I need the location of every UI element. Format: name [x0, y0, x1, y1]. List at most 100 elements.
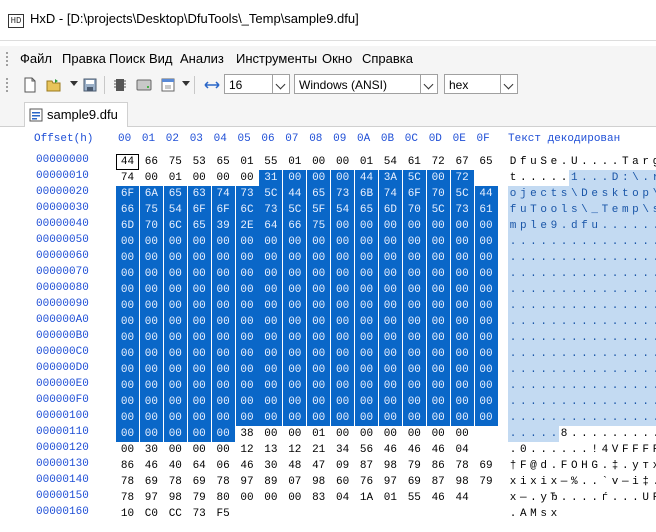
hex-byte-cell[interactable]: 00 — [450, 282, 474, 298]
decoded-text-char[interactable]: . — [548, 378, 559, 394]
decoded-text-char[interactable]: . — [630, 314, 641, 330]
decoded-text-char[interactable]: . — [640, 298, 651, 314]
decoded-text-char[interactable]: . — [600, 426, 610, 442]
hex-byte-cell[interactable]: 86 — [427, 458, 450, 474]
hex-byte-cell[interactable]: 13 — [259, 442, 282, 458]
decoded-text-char[interactable]: . — [569, 362, 580, 378]
hex-byte-cell[interactable]: 00 — [426, 170, 450, 186]
decoded-text-char[interactable]: . — [559, 442, 569, 458]
decoded-text-char[interactable]: . — [610, 426, 620, 442]
decoded-text-char[interactable]: . — [589, 298, 600, 314]
hex-byte-cell[interactable]: 65 — [475, 154, 498, 170]
decoded-text-char[interactable]: ‡ — [610, 458, 620, 474]
decoded-text-char[interactable]: . — [599, 378, 610, 394]
hex-byte-cell[interactable]: 00 — [426, 362, 450, 378]
hex-byte-cell[interactable]: 00 — [211, 330, 235, 346]
decoded-text-char[interactable]: s — [599, 186, 610, 202]
decoded-text-char[interactable]: F — [641, 442, 651, 458]
decoded-text-char[interactable]: . — [589, 330, 600, 346]
hex-byte-cell[interactable]: 5C — [402, 170, 426, 186]
hex-byte-cell[interactable]: 00 — [474, 218, 498, 234]
hex-byte-cell[interactable]: 00 — [283, 314, 307, 330]
hex-byte-cell[interactable]: 65 — [355, 202, 378, 218]
decoded-text-char[interactable]: x — [508, 474, 518, 490]
hex-byte-cell[interactable]: 00 — [378, 234, 402, 250]
hex-byte-cell[interactable]: 83 — [307, 490, 330, 506]
hex-byte-cell[interactable]: 00 — [163, 282, 187, 298]
decoded-text-char[interactable]: . — [548, 250, 559, 266]
decoded-text-char[interactable]: . — [559, 298, 570, 314]
hex-byte-cell[interactable]: 00 — [163, 330, 187, 346]
hex-byte-cell[interactable]: 76 — [355, 474, 378, 490]
hex-byte-cell[interactable]: 73 — [331, 186, 355, 202]
decoded-text-char[interactable]: S — [539, 154, 549, 170]
decoded-text-char[interactable]: . — [610, 250, 621, 266]
decoded-text-char[interactable]: . — [559, 170, 569, 186]
decoded-text-char[interactable]: . — [651, 426, 656, 442]
hex-byte-cell[interactable]: 00 — [259, 234, 283, 250]
hex-byte-cell[interactable]: 00 — [474, 410, 498, 426]
hex-byte-cell[interactable]: 00 — [331, 298, 355, 314]
decoded-text-char[interactable]: . — [569, 330, 580, 346]
decoded-text-char[interactable]: . — [589, 170, 600, 186]
hex-byte-cell[interactable]: 00 — [450, 234, 474, 250]
hex-byte-cell[interactable]: 00 — [450, 362, 474, 378]
decoded-text-char[interactable]: . — [610, 218, 621, 234]
hex-byte-cell[interactable]: 00 — [163, 298, 187, 314]
hex-byte-cell[interactable]: 78 — [212, 474, 235, 490]
hex-byte-cell[interactable]: 00 — [259, 314, 283, 330]
hex-byte-cell[interactable]: 00 — [283, 266, 307, 282]
decoded-text-char[interactable]: . — [518, 426, 529, 442]
decoded-text-char[interactable]: ѓ — [600, 490, 610, 506]
hex-byte-cell[interactable]: 00 — [211, 250, 235, 266]
hex-byte-cell[interactable]: 78 — [116, 474, 139, 490]
decoded-text-char[interactable]: . — [630, 298, 641, 314]
decoded-text-char[interactable]: . — [630, 218, 641, 234]
hex-byte-cell[interactable]: 00 — [307, 410, 331, 426]
decoded-text-char[interactable]: . — [650, 282, 656, 298]
decoded-text-char[interactable]: . — [559, 394, 570, 410]
decoded-text-char[interactable]: . — [610, 346, 621, 362]
decoded-text-char[interactable]: . — [640, 282, 651, 298]
decoded-text-char[interactable]: e — [549, 154, 559, 170]
decoded-text-char[interactable]: . — [620, 234, 631, 250]
decoded-text-char[interactable]: . — [589, 282, 600, 298]
hex-byte-cell[interactable]: 46 — [427, 442, 450, 458]
decoded-text-char[interactable]: y — [630, 458, 640, 474]
decoded-text-char[interactable]: Ђ — [549, 490, 559, 506]
hex-byte-cell[interactable]: 66 — [116, 202, 139, 218]
hex-byte-cell[interactable]: 69 — [188, 474, 211, 490]
decoded-text-char[interactable]: d — [539, 458, 549, 474]
hex-byte-cell[interactable]: 1A — [355, 490, 378, 506]
decoded-text-char[interactable]: . — [528, 378, 539, 394]
decoded-text-char[interactable]: . — [651, 474, 656, 490]
hex-byte-cell[interactable]: 00 — [235, 362, 259, 378]
hex-byte-cell[interactable]: 00 — [139, 266, 163, 282]
decoded-text-char[interactable]: . — [600, 458, 610, 474]
hex-byte-cell[interactable]: 00 — [187, 410, 211, 426]
decoded-text-char[interactable]: F — [630, 442, 640, 458]
hex-byte-cell[interactable]: CC — [164, 506, 187, 522]
decoded-text-char[interactable]: . — [610, 266, 621, 282]
decoded-text-char[interactable]: . — [538, 234, 549, 250]
hex-byte-cell[interactable]: 00 — [307, 282, 331, 298]
decoded-text-char[interactable]: . — [650, 266, 656, 282]
hex-byte-cell[interactable]: 00 — [283, 362, 307, 378]
decoded-text-char[interactable]: . — [650, 218, 656, 234]
hex-byte-cell[interactable]: 5F — [307, 202, 331, 218]
decoded-text-char[interactable]: . — [610, 330, 621, 346]
hex-byte-cell[interactable]: 00 — [139, 250, 163, 266]
hex-byte-cell[interactable]: 98 — [307, 474, 330, 490]
hex-byte-cell[interactable]: 00 — [139, 426, 163, 442]
hex-byte-cell[interactable]: 78 — [116, 490, 139, 506]
hex-byte-cell[interactable]: 00 — [450, 330, 474, 346]
decoded-text-char[interactable]: . — [538, 250, 549, 266]
decoded-text-char[interactable]: . — [559, 362, 570, 378]
decoded-text-char[interactable]: . — [599, 218, 610, 234]
decoded-text-char[interactable]: . — [620, 218, 631, 234]
decoded-text-char[interactable]: H — [579, 458, 589, 474]
hex-byte-cell[interactable]: 75 — [139, 202, 163, 218]
hex-byte-cell[interactable]: 31 — [259, 170, 283, 186]
decoded-text-char[interactable]: . — [610, 298, 621, 314]
decoded-text-char[interactable]: . — [640, 314, 651, 330]
